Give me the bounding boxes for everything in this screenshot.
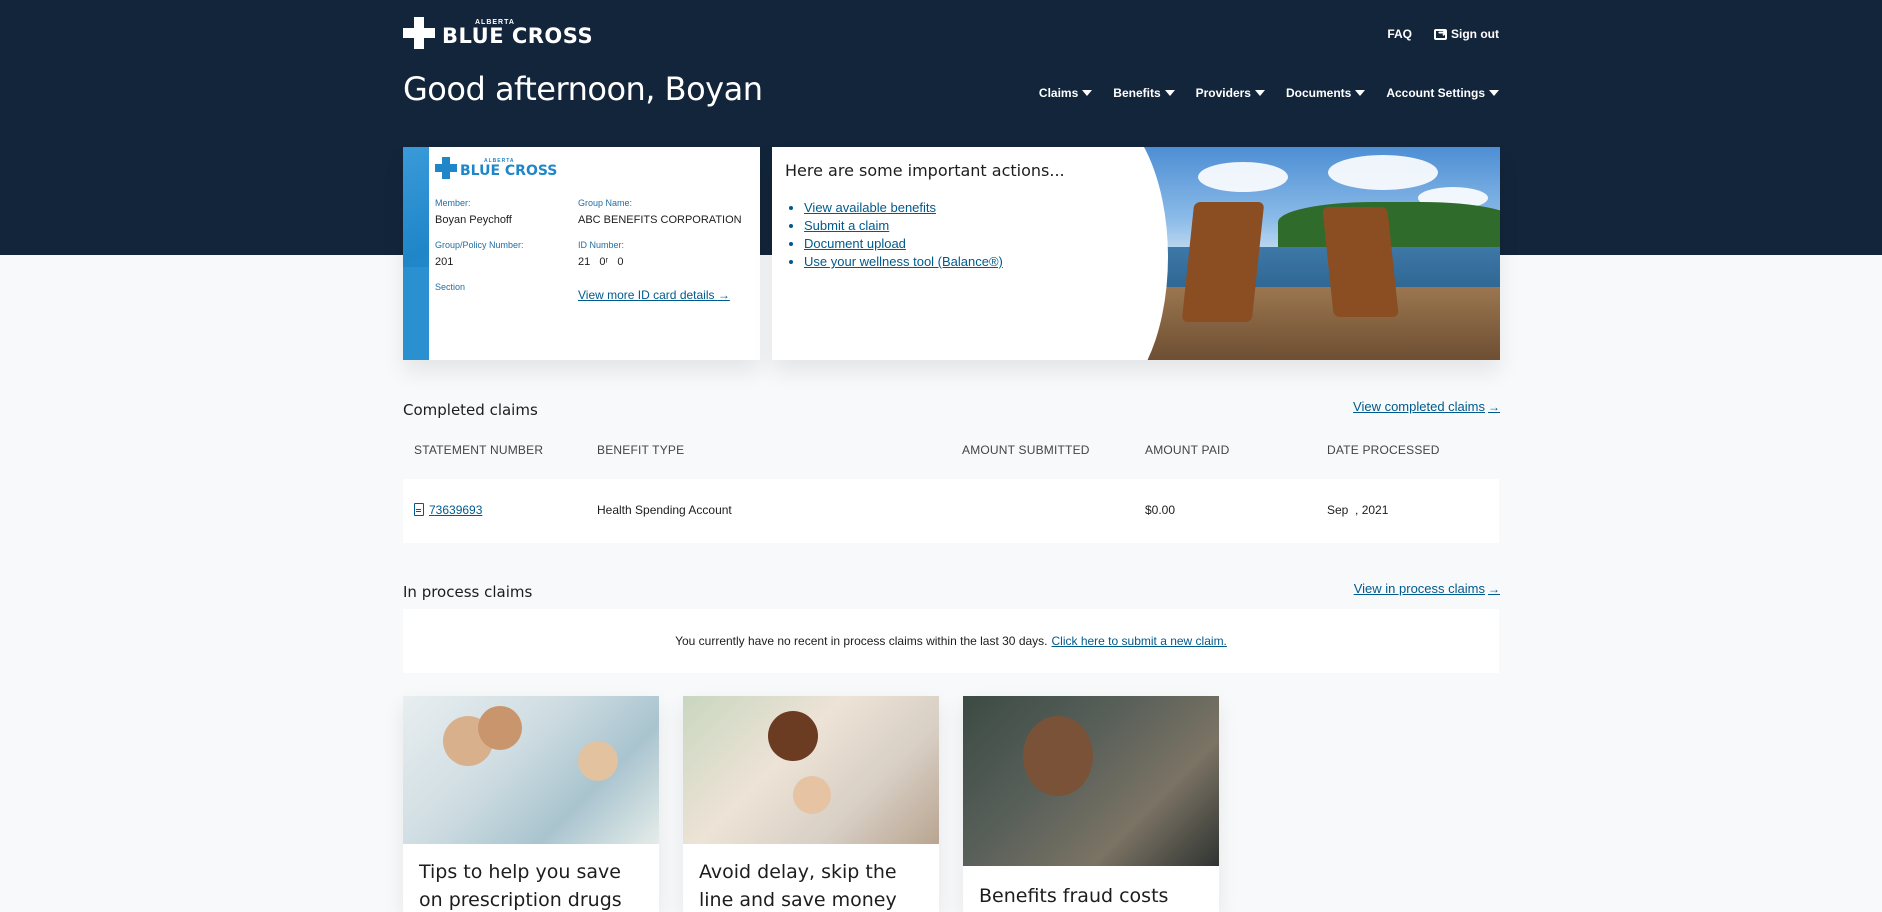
nav-documents-label: Documents (1285, 86, 1352, 100)
caret-down-icon (1164, 90, 1175, 96)
member-label: Member: (435, 198, 471, 208)
completed-claims-table-header: STATEMENT NUMBER BENEFIT TYPE AMOUNT SUB… (403, 443, 1499, 463)
brand-big-text: BLUE CROSS (442, 24, 594, 48)
cross-icon (403, 17, 435, 49)
section-field: Section (435, 282, 465, 292)
view-id-details-link[interactable]: View more ID card details → (578, 288, 730, 302)
lake-dock-image (1138, 147, 1500, 360)
nav-claims[interactable]: Claims (1038, 86, 1093, 100)
actions-title: Here are some important actions... (785, 161, 1065, 180)
submit-new-claim-link[interactable]: Click here to submit a new claim. (1052, 634, 1227, 648)
caret-down-icon (1254, 90, 1265, 96)
view-in-process-claims-label: View in process claims (1353, 581, 1485, 596)
policy-field: Group/Policy Number: 201 (435, 240, 524, 268)
col-date-processed: DATE PROCESSED (1327, 443, 1440, 457)
view-in-process-claims-link[interactable]: View in process claims → (1354, 581, 1500, 596)
col-statement-number: STATEMENT NUMBER (414, 443, 544, 457)
section-label: Section (435, 282, 466, 292)
action-item: Submit a claim (804, 218, 1003, 233)
view-benefits-link[interactable]: View available benefits (804, 200, 936, 215)
pharmacy-image (403, 696, 659, 844)
document-upload-link[interactable]: Document upload (804, 236, 906, 251)
arrow-right-icon: → (717, 288, 730, 302)
action-item: View available benefits (804, 200, 1003, 215)
statement-number: 73639693 (429, 503, 483, 517)
group-name-label: Group Name: (578, 198, 633, 208)
nav-providers-label: Providers (1195, 86, 1251, 100)
actions-list: View available benefits Submit a claim D… (804, 200, 1003, 272)
member-field: Member: Boyan Peychoff (435, 198, 512, 226)
action-item: Use your wellness tool (Balance®) (804, 254, 1003, 269)
in-process-empty-state: You currently have no recent in process … (403, 609, 1499, 673)
nav-account-settings-label: Account Settings (1386, 86, 1485, 100)
view-id-details-label: View more ID card details (578, 288, 715, 302)
article-title: Avoid delay, skip the line and save mone… (699, 861, 897, 911)
card-stripe (403, 147, 429, 360)
faq-link[interactable]: FAQ (1387, 27, 1412, 41)
benefit-type-cell: Health Spending Account (597, 503, 732, 517)
important-actions-panel: Here are some important actions... View … (772, 147, 1500, 360)
signout-label: Sign out (1451, 27, 1499, 41)
id-number-label: ID Number: (578, 240, 625, 250)
nav-documents[interactable]: Documents (1285, 86, 1366, 100)
member-id-card: ALBERTA BLUE CROSS Member: Boyan Peychof… (403, 147, 760, 360)
mother-child-laptop-image (683, 696, 939, 844)
submit-claim-link[interactable]: Submit a claim (804, 218, 889, 233)
wellness-tool-link[interactable]: Use your wellness tool (Balance®) (804, 254, 1003, 269)
policy-label: Group/Policy Number: (435, 240, 524, 250)
col-amount-paid: AMOUNT PAID (1145, 443, 1230, 457)
amount-paid-cell: $0.00 (1145, 503, 1176, 517)
brand-logo[interactable]: ALBERTA BLUE CROSS (403, 17, 593, 49)
table-row: 73639693 Health Spending Account $0.00 S… (403, 479, 1499, 543)
group-name-field: Group Name: ABC BENEFITS CORPORATION (578, 198, 742, 226)
action-item: Document upload (804, 236, 1003, 251)
view-completed-claims-link[interactable]: View completed claims → (1353, 399, 1500, 414)
article-card[interactable]: Benefits fraud costs more (963, 696, 1219, 912)
group-name-value: ABC BENEFITS CORPORATION (578, 214, 742, 226)
col-benefit-type: BENEFIT TYPE (597, 443, 685, 457)
caret-down-icon (1489, 90, 1499, 96)
arrow-right-icon: → (1488, 581, 1500, 596)
caret-down-icon (1082, 90, 1093, 96)
col-amount-submitted: AMOUNT SUBMITTED (962, 443, 1090, 457)
cross-icon (435, 157, 457, 179)
statement-link[interactable]: 73639693 (414, 503, 482, 517)
card-logo: ALBERTA BLUE CROSS (435, 157, 557, 179)
article-card[interactable]: Avoid delay, skip the line and save mone… (683, 696, 939, 912)
pdf-document-icon (414, 503, 424, 516)
article-card[interactable]: Tips to help you save on prescription dr… (403, 696, 659, 912)
policy-value: 201 (435, 256, 454, 268)
empty-message: You currently have no recent in process … (675, 634, 1048, 648)
date-processed-cell: Sep , 2021 (1327, 503, 1389, 517)
woman-laptop-image (963, 696, 1219, 866)
nav-claims-label: Claims (1038, 86, 1079, 100)
arrow-right-icon: → (1488, 399, 1500, 414)
completed-claims-heading: Completed claims (403, 401, 538, 419)
page-title: Good afternoon, Boyan (403, 70, 763, 108)
nav-benefits-label: Benefits (1113, 86, 1161, 100)
id-number-value: 21 0ʳ 0 (578, 256, 624, 268)
article-title: Benefits fraud costs more (979, 885, 1169, 907)
nav-benefits[interactable]: Benefits (1113, 86, 1175, 100)
id-number-field: ID Number: 21 0ʳ 0 (578, 240, 624, 268)
main-nav: Claims Benefits Providers Documents Acco… (1039, 86, 1499, 100)
member-value: Boyan Peychoff (435, 214, 512, 226)
view-completed-claims-label: View completed claims (1353, 399, 1485, 414)
utility-nav: FAQ Sign out (1387, 26, 1499, 42)
nav-account-settings[interactable]: Account Settings (1386, 86, 1499, 100)
signout-link[interactable]: Sign out (1434, 26, 1499, 41)
caret-down-icon (1355, 90, 1366, 96)
nav-providers[interactable]: Providers (1196, 86, 1265, 100)
article-title: Tips to help you save on prescription dr… (419, 861, 622, 911)
in-process-claims-heading: In process claims (403, 583, 533, 601)
signout-icon (1434, 26, 1447, 40)
card-brand-big: BLUE CROSS (460, 162, 558, 179)
